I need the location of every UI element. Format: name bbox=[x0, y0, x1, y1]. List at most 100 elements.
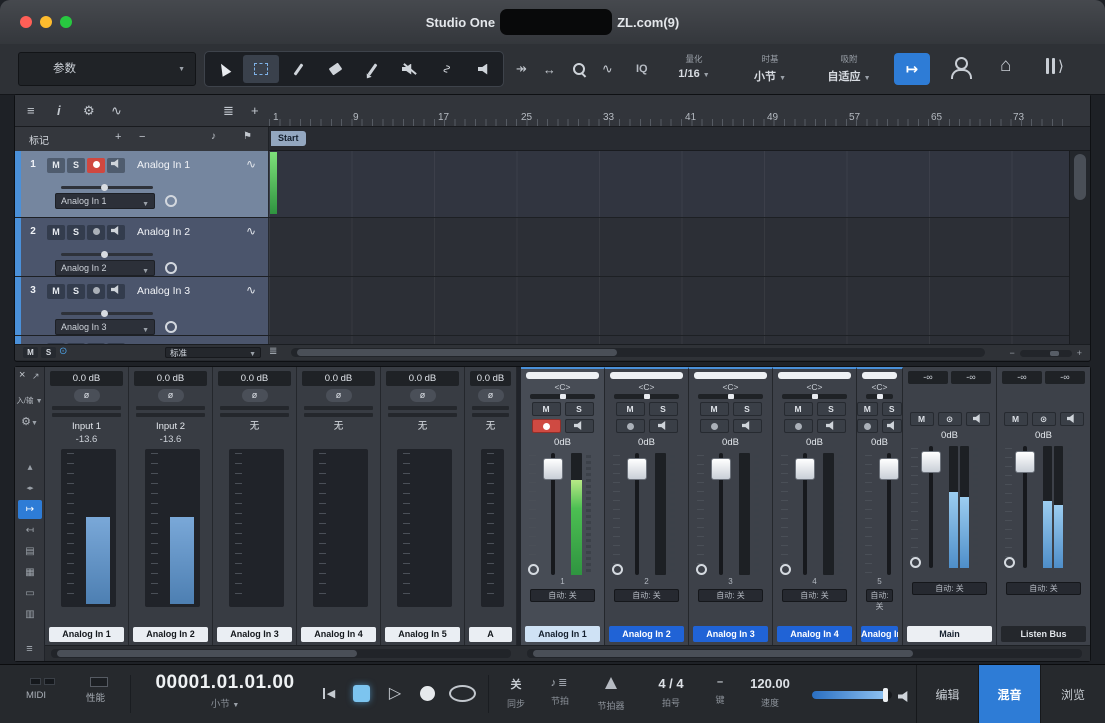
track-layers-icon[interactable]: ≣ bbox=[223, 103, 234, 119]
mute-button[interactable]: M bbox=[700, 402, 729, 416]
buses-filter-icon[interactable]: ▭ bbox=[15, 583, 45, 604]
channel-name-label[interactable]: Listen Bus bbox=[1001, 626, 1086, 642]
volume-value[interactable]: 0dB bbox=[997, 429, 1090, 442]
mute-button[interactable]: M bbox=[532, 402, 561, 416]
input-gain-knob[interactable] bbox=[165, 195, 177, 207]
fader-handle[interactable] bbox=[1015, 451, 1035, 473]
input-name[interactable]: Input 2 bbox=[129, 420, 212, 433]
input-gain-display[interactable]: 0.0 dB bbox=[470, 371, 511, 386]
pan-slider[interactable] bbox=[530, 394, 595, 399]
pan-value[interactable]: <C> bbox=[773, 381, 856, 393]
timestretch-button[interactable]: ↔ bbox=[543, 62, 556, 77]
input-name[interactable]: 无 bbox=[381, 420, 464, 433]
detach-icon[interactable]: ↗ bbox=[32, 371, 40, 382]
mixer-menu-icon[interactable]: ≡ bbox=[15, 643, 44, 655]
volume-value[interactable]: 0dB bbox=[521, 436, 604, 449]
channels-scrollbar[interactable] bbox=[527, 649, 1082, 658]
fader-handle[interactable] bbox=[543, 458, 563, 480]
record-arm-button[interactable] bbox=[532, 419, 561, 433]
pan-slider[interactable] bbox=[782, 394, 847, 399]
insert-slot[interactable] bbox=[304, 413, 373, 417]
tempo-display[interactable]: 120.00 速度 bbox=[742, 676, 798, 709]
channel-name-label[interactable]: Analog In 3 bbox=[693, 626, 768, 642]
input-name[interactable]: 无 bbox=[297, 420, 380, 433]
solo-button[interactable]: S bbox=[649, 402, 678, 416]
track-color-strip[interactable] bbox=[15, 277, 21, 335]
io-section-toggle[interactable]: 入/输 ▼ bbox=[15, 395, 44, 406]
wrench-icon[interactable]: ⚙ bbox=[83, 103, 95, 119]
stop-button[interactable] bbox=[348, 680, 374, 706]
track-input-select[interactable]: Analog In 1▼ bbox=[55, 193, 155, 209]
add-track-button[interactable]: + bbox=[251, 103, 259, 119]
pan-slider[interactable] bbox=[614, 394, 679, 399]
midi-indicator[interactable]: MIDI bbox=[26, 690, 46, 701]
mute-button[interactable]: M bbox=[47, 284, 65, 299]
music-note-icon[interactable]: ♪ bbox=[211, 131, 216, 142]
cue-mix-knob[interactable] bbox=[1004, 557, 1015, 568]
edit-view-button[interactable]: 编辑 bbox=[916, 665, 978, 723]
volume-value[interactable]: 0dB bbox=[605, 436, 688, 449]
mute-button[interactable]: M bbox=[910, 412, 934, 426]
stereo-width-bar[interactable] bbox=[694, 372, 767, 379]
volume-value[interactable]: 0dB bbox=[903, 429, 996, 442]
split-tool-button[interactable] bbox=[281, 55, 316, 83]
macro-button[interactable]: ∿ bbox=[602, 61, 613, 77]
input-quantize-button[interactable]: IQ bbox=[636, 63, 648, 75]
channel-name-label[interactable]: Analog In 4 bbox=[777, 626, 852, 642]
record-arm-button[interactable] bbox=[700, 419, 729, 433]
channel-name-label[interactable]: Analog In bbox=[861, 626, 898, 642]
phase-invert-button[interactable]: ø bbox=[478, 389, 504, 402]
eraser-tool-button[interactable] bbox=[318, 55, 353, 83]
track-header[interactable]: 2 M S Analog In 2 ∿ Analog In 2▼ bbox=[15, 218, 269, 276]
input-strip[interactable]: 0.0 dB ø 无 Analog In 3 bbox=[213, 367, 297, 645]
pan-value[interactable]: <C> bbox=[857, 381, 902, 393]
return-to-start-button[interactable]: ◀ bbox=[316, 680, 342, 706]
listen-tool-button[interactable] bbox=[467, 55, 502, 83]
autoscroll-toggle-button[interactable]: ↦ bbox=[894, 53, 930, 85]
paint-tool-button[interactable] bbox=[355, 55, 390, 83]
marker-lane[interactable]: 标记 + − ♪ ⚑ Start bbox=[15, 127, 1090, 151]
insert-slot[interactable] bbox=[304, 406, 373, 410]
track-lane[interactable] bbox=[269, 218, 1069, 276]
cue-mix-knob[interactable] bbox=[910, 557, 921, 568]
fader-handle[interactable] bbox=[627, 458, 647, 480]
phase-invert-button[interactable]: ø bbox=[242, 389, 268, 402]
automation-mode[interactable]: 自动: 关 bbox=[698, 589, 763, 602]
fx-filter-icon[interactable]: ▥ bbox=[15, 604, 45, 625]
solo-button[interactable]: S bbox=[67, 225, 85, 240]
record-arm-button[interactable] bbox=[87, 225, 105, 240]
input-gain-display[interactable]: 0.0 dB bbox=[302, 371, 375, 386]
monitor-button[interactable] bbox=[817, 419, 846, 433]
pan-slider[interactable] bbox=[698, 394, 763, 399]
instruments-filter-icon[interactable]: ▦ bbox=[15, 562, 45, 583]
main-bus-strip[interactable]: -∞ -∞ M ⊙ 0dB bbox=[903, 367, 997, 645]
automation-mode[interactable]: 自动: 关 bbox=[1006, 582, 1081, 595]
track-input-select[interactable]: Analog In 3▼ bbox=[55, 319, 155, 335]
zoom-slider-handle[interactable] bbox=[1050, 351, 1059, 356]
monitor-button[interactable] bbox=[107, 158, 125, 173]
inspector-icon[interactable]: i bbox=[57, 103, 61, 119]
time-display[interactable]: 00001.01.01.00 小节 ▼ bbox=[140, 672, 310, 710]
mute-button[interactable]: M bbox=[857, 402, 878, 416]
track-lane[interactable] bbox=[269, 277, 1069, 335]
track-row[interactable]: 2 M S Analog In 2 ∿ Analog In 2▼ bbox=[15, 218, 1069, 277]
automation-mode[interactable]: 自动: 关 bbox=[912, 582, 987, 595]
monitor-button[interactable] bbox=[882, 419, 903, 433]
volume-value[interactable]: 0dB bbox=[689, 436, 772, 449]
monitor-button[interactable] bbox=[107, 284, 125, 299]
zoom-tool-button[interactable] bbox=[572, 62, 586, 76]
track-color-strip[interactable] bbox=[15, 336, 21, 344]
phase-invert-button[interactable]: ø bbox=[410, 389, 436, 402]
output-volume-slider[interactable] bbox=[812, 691, 892, 699]
home-button[interactable]: ⌂ bbox=[1000, 55, 1011, 77]
mute-all-button[interactable]: M bbox=[23, 347, 38, 358]
params-dropdown[interactable]: 参数 ▼ bbox=[18, 52, 196, 86]
insert-slot[interactable] bbox=[472, 413, 509, 417]
stereo-width-bar[interactable] bbox=[862, 372, 897, 379]
record-button[interactable] bbox=[414, 680, 440, 706]
insert-slot[interactable] bbox=[220, 406, 289, 410]
automation-mode[interactable]: 自动: 关 bbox=[866, 589, 893, 602]
input-strip[interactable]: 0.0 dB ø Input 2 -13.6 Analog In 2 bbox=[129, 367, 213, 645]
channel-strip[interactable]: <C> M S 0dB 4 bbox=[773, 367, 857, 645]
track-header[interactable]: 1 M S Analog In 1 ∿ Analog In 1▼ bbox=[15, 151, 269, 217]
